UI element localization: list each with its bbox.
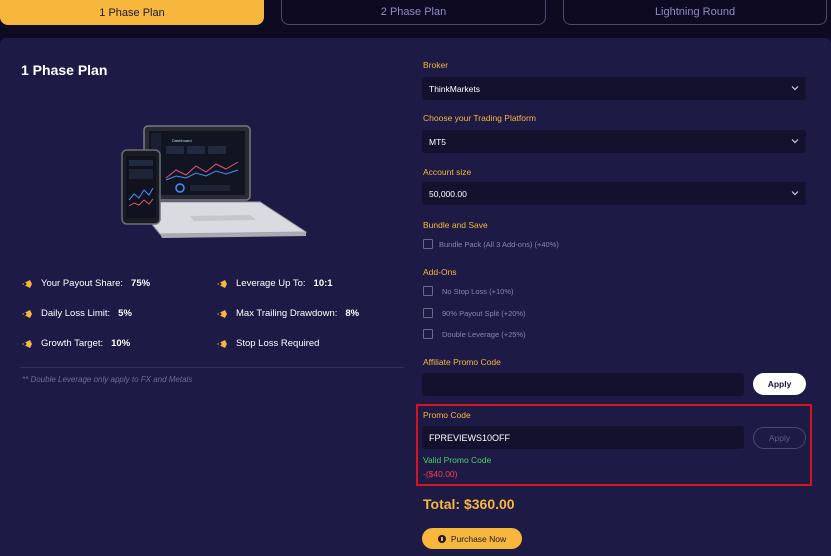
plan-title: 1 Phase Plan	[21, 62, 108, 78]
feature-label: Growth Target:	[41, 338, 104, 349]
bundle-pack-label: Bundle Pack (All 3 Add-ons) (+40%)	[439, 239, 559, 249]
tab-2-phase-plan[interactable]: 2 Phase Plan	[281, 0, 546, 25]
tab-1-phase-plan[interactable]: 1 Phase Plan	[0, 0, 264, 25]
chevron-down-icon	[791, 191, 799, 196]
feature-max-trailing-drawdown: Max Trailing Drawdown: 8%	[216, 308, 359, 319]
plan-tabs: 1 Phase Plan 2 Phase Plan Lightning Roun…	[0, 0, 831, 38]
divider	[20, 367, 404, 368]
addon-label: 90% Payout Split (+20%)	[442, 308, 526, 318]
affiliate-code-input[interactable]	[422, 373, 744, 396]
account-size-value: 50,000.00	[429, 188, 467, 199]
feature-label: Your Payout Share:	[41, 278, 124, 289]
chevron-down-icon	[791, 139, 799, 144]
apply-label: Apply	[768, 433, 791, 443]
bundle-label: Bundle and Save	[423, 220, 488, 230]
feature-growth-target: Growth Target: 10%	[21, 338, 130, 349]
promo-apply-button[interactable]: Apply	[753, 427, 806, 449]
addon-no-stop-loss[interactable]: No Stop Loss (+10%)	[423, 286, 514, 296]
feature-stop-loss-required: Stop Loss Required	[216, 338, 319, 349]
platform-label: Choose your Trading Platform	[423, 113, 536, 123]
addons-label: Add-Ons	[423, 267, 457, 277]
leverage-note: ** Double Leverage only apply to FX and …	[22, 375, 193, 384]
feature-leverage: Leverage Up To: 10:1	[216, 278, 333, 289]
feature-label: Leverage Up To:	[236, 278, 306, 289]
promo-code-label: Promo Code	[423, 410, 471, 420]
promo-status: Valid Promo Code	[423, 455, 492, 465]
platform-value: MT5	[429, 136, 446, 147]
addon-payout-split[interactable]: 90% Payout Split (+20%)	[423, 308, 526, 318]
chevron-down-icon	[791, 86, 799, 91]
checkbox[interactable]	[423, 308, 433, 318]
rocket-icon	[22, 339, 32, 348]
devices-illustration: Dashboard	[121, 125, 308, 238]
feature-label: Daily Loss Limit:	[41, 308, 111, 319]
rocket-icon	[217, 309, 227, 318]
purchase-now-button[interactable]: Purchase Now	[422, 528, 522, 549]
order-total: Total: $360.00	[423, 496, 515, 512]
dashboard-title: Dashboard	[172, 138, 192, 143]
tab-label: 1 Phase Plan	[99, 6, 165, 19]
feature-value: 75%	[131, 278, 151, 289]
addon-label: No Stop Loss (+10%)	[442, 286, 514, 296]
broker-label: Broker	[423, 60, 449, 70]
feature-value: 10%	[111, 338, 131, 349]
rocket-icon	[217, 279, 227, 288]
tab-label: 2 Phase Plan	[380, 6, 447, 18]
affiliate-label: Affiliate Promo Code	[423, 357, 501, 367]
feature-label: Max Trailing Drawdown:	[236, 308, 338, 319]
feature-value: 10:1	[313, 278, 333, 289]
info-icon	[437, 534, 446, 543]
affiliate-apply-button[interactable]: Apply	[753, 373, 806, 395]
broker-select[interactable]: ThinkMarkets	[422, 77, 806, 100]
promo-code-value: FPREVIEWS10OFF	[429, 432, 511, 443]
checkbox[interactable]	[423, 329, 433, 339]
rocket-icon	[217, 339, 227, 348]
broker-value: ThinkMarkets	[429, 83, 481, 94]
tab-label: Lightning Round	[654, 6, 736, 18]
feature-payout-share: Your Payout Share: 75%	[21, 278, 150, 289]
feature-daily-loss-limit: Daily Loss Limit: 5%	[21, 308, 132, 319]
account-size-select[interactable]: 50,000.00	[422, 182, 806, 205]
purchase-label: Purchase Now	[450, 533, 507, 544]
addon-double-leverage[interactable]: Double Leverage (+25%)	[423, 329, 526, 339]
rocket-icon	[22, 309, 32, 318]
checkbox[interactable]	[423, 286, 433, 296]
tab-lightning-round[interactable]: Lightning Round	[563, 0, 827, 25]
promo-code-input[interactable]: FPREVIEWS10OFF	[422, 426, 744, 449]
checkbox[interactable]	[423, 239, 433, 249]
bundle-pack-checkbox[interactable]: Bundle Pack (All 3 Add-ons) (+40%)	[423, 239, 559, 249]
promo-discount: -($40.00)	[423, 469, 458, 479]
feature-value: 8%	[345, 308, 360, 319]
feature-label: Stop Loss Required	[236, 338, 320, 349]
apply-label: Apply	[767, 379, 792, 389]
feature-value: 5%	[118, 308, 132, 319]
rocket-icon	[22, 279, 32, 288]
account-size-label: Account size	[423, 167, 472, 177]
platform-select[interactable]: MT5	[422, 130, 806, 153]
addon-label: Double Leverage (+25%)	[442, 329, 526, 339]
